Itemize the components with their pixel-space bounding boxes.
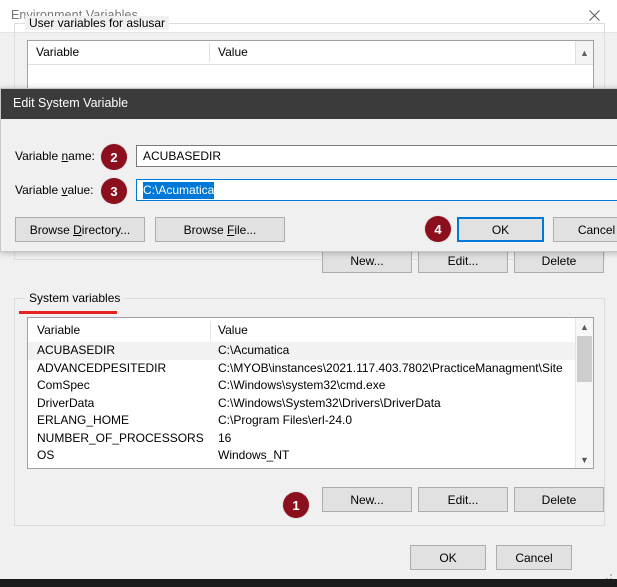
environment-variables-window: Environment Variables User variables for… (0, 0, 617, 587)
chevron-up-icon: ▲ (580, 47, 589, 58)
variable-name-input[interactable]: ACUBASEDIR (136, 145, 617, 167)
variable-value-input[interactable]: C:\Acumatica (136, 179, 617, 201)
row-value: C:\Program Files\erl-24.0 (218, 413, 353, 427)
variable-name-text: ACUBASEDIR (143, 149, 222, 163)
scroll-up-arrow[interactable]: ▲ (576, 318, 593, 335)
system-variables-scrollbar[interactable]: ▲ ▼ (575, 318, 593, 468)
chevron-down-icon: ▼ (580, 454, 589, 465)
dialog-cancel-button[interactable]: Cancel (553, 217, 617, 242)
variable-name-label: Variable name: (15, 149, 95, 163)
window-ok-button[interactable]: OK (410, 545, 486, 570)
user-variables-grid-header: Variable Value ▲ (28, 41, 593, 65)
row-variable: OS (37, 448, 55, 462)
row-value: C:\MYOB\instances\2021.117.403.7802\Prac… (218, 360, 563, 375)
variable-value-label: Variable value: (15, 183, 94, 197)
row-variable: ACUBASEDIR (37, 343, 116, 357)
table-row[interactable]: NUMBER_OF_PROCESSORS 16 (28, 430, 576, 448)
row-value: C:\Windows\System32\Drivers\DriverData (218, 395, 441, 410)
annotation-badge-2: 2 (101, 144, 127, 170)
row-value: 16 (218, 430, 232, 445)
browse-file-button[interactable]: Browse File... (155, 217, 285, 242)
user-col-variable: Variable (36, 45, 80, 59)
close-icon (589, 10, 600, 21)
user-col-value: Value (218, 45, 248, 59)
table-row[interactable]: ACUBASEDIR C:\Acumatica (28, 342, 576, 360)
row-value: C:\Acumatica (218, 343, 290, 357)
row-variable: ComSpec (37, 378, 90, 392)
scrollbar-thumb[interactable] (577, 336, 592, 382)
table-row[interactable]: ADVANCEDPESITEDIR C:\MYOB\instances\2021.… (28, 360, 576, 378)
system-variables-legend: System variables (25, 291, 125, 305)
system-variables-grid[interactable]: Variable Value ACUBASEDIR C:\Acumatica ADV… (27, 317, 594, 469)
system-edit-button[interactable]: Edit... (418, 487, 508, 512)
browse-directory-button[interactable]: Browse Directory... (15, 217, 145, 242)
row-variable: NUMBER_OF_PROCESSORS (37, 430, 204, 445)
user-variables-legend: User variables for aslusar (25, 16, 170, 30)
table-row[interactable]: ERLANG_HOME C:\Program Files\erl-24.0 (28, 412, 576, 430)
user-grid-scroll-up[interactable]: ▲ (575, 41, 593, 64)
system-col-value: Value (218, 323, 248, 337)
system-new-button[interactable]: New... (322, 487, 412, 512)
annotation-underline (19, 311, 117, 314)
annotation-badge-4: 4 (425, 216, 451, 242)
annotation-badge-3: 3 (101, 178, 127, 204)
table-row[interactable]: ComSpec C:\Windows\system32\cmd.exe (28, 377, 576, 395)
dialog-ok-button[interactable]: OK (457, 217, 544, 242)
user-col-divider (209, 43, 210, 62)
dialog-title: Edit System Variable (13, 96, 129, 110)
row-value: Windows_NT (218, 448, 290, 462)
system-variables-grid-header: Variable Value (28, 318, 593, 343)
system-col-divider (210, 321, 211, 341)
row-variable: ADVANCEDPESITEDIR (37, 360, 167, 375)
system-col-variable: Variable (37, 323, 81, 337)
row-value: C:\Windows\system32\cmd.exe (218, 378, 386, 392)
dialog-titlebar: Edit System Variable (1, 89, 617, 119)
window-cancel-button[interactable]: Cancel (496, 545, 572, 570)
annotation-badge-1: 1 (283, 492, 309, 518)
row-variable: ERLANG_HOME (37, 413, 130, 427)
chevron-up-icon: ▲ (580, 321, 589, 332)
scroll-down-arrow[interactable]: ▼ (576, 451, 593, 468)
system-delete-button[interactable]: Delete (514, 487, 604, 512)
row-variable: DriverData (37, 395, 95, 410)
variable-value-text: C:\Acumatica (143, 182, 215, 199)
table-row[interactable]: DriverData C:\Windows\System32\Drivers\Dr… (28, 395, 576, 413)
window-bottom-strip (0, 579, 617, 587)
system-variables-rows: ACUBASEDIR C:\Acumatica ADVANCEDPESITEDIR C… (28, 342, 576, 468)
table-row[interactable]: OS Windows_NT (28, 447, 576, 465)
